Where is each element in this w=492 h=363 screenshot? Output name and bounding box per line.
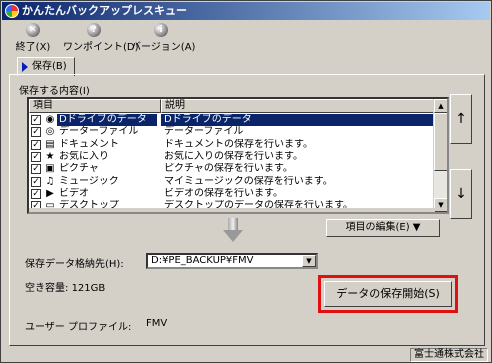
free-space: 空き容量: 121GB bbox=[25, 279, 105, 294]
destination-label: 保存データ格納先(H): bbox=[25, 259, 124, 270]
window-title: かんたんバックアップレスキュー bbox=[22, 4, 187, 17]
item-name: ドキュメント bbox=[59, 138, 119, 150]
free-space-label: 空き容量: bbox=[25, 283, 69, 294]
item-description: データーファイル bbox=[164, 126, 244, 138]
tab-strip: 保存(B) bbox=[9, 57, 485, 76]
item-name: お気に入り bbox=[59, 150, 109, 162]
item-checkbox[interactable]: ✓ bbox=[31, 127, 41, 138]
item-name: ミュージック bbox=[59, 175, 119, 187]
close-icon: ✕ bbox=[26, 23, 40, 37]
item-name: データーファイル bbox=[59, 126, 139, 138]
scroll-down-arrow-icon[interactable]: ▼ bbox=[434, 198, 447, 212]
onepoint-button[interactable]: ? ワンポイント(D) bbox=[63, 23, 139, 53]
info-icon: i bbox=[154, 23, 168, 37]
title-bar: かんたんバックアップレスキュー bbox=[2, 2, 490, 20]
video-icon: ▶ bbox=[46, 187, 54, 199]
status-bar: 富士通株式会社 bbox=[2, 348, 490, 362]
item-checkbox[interactable]: ✓ bbox=[31, 151, 41, 162]
start-save-button[interactable]: データの保存開始(S) bbox=[324, 281, 452, 307]
item-description: ビデオの保存を行います。 bbox=[164, 187, 283, 199]
item-description: マイミュージックの保存を行います。 bbox=[164, 175, 333, 187]
list-item[interactable]: ✓ ▣ ピクチャ ピクチャの保存を行います。 bbox=[29, 163, 435, 175]
destination-value: D:¥PE_BACKUP¥FMV bbox=[151, 255, 254, 266]
column-item[interactable]: 項目 bbox=[29, 99, 161, 113]
scroll-thumb[interactable] bbox=[434, 113, 447, 171]
edit-items-button[interactable]: 項目の編集(E) ▼ bbox=[326, 219, 440, 237]
item-description: ドキュメントの保存を行います。 bbox=[164, 138, 313, 150]
item-name: ビデオ bbox=[59, 187, 89, 199]
profile-label: ユーザー プロファイル: bbox=[25, 322, 132, 333]
list-vertical-scrollbar[interactable]: ▲ ▼ bbox=[433, 99, 447, 212]
item-description: ピクチャの保存を行います。 bbox=[164, 163, 293, 175]
content-section-label: 保存する内容(I) bbox=[19, 86, 90, 97]
move-up-button[interactable]: ↑ bbox=[450, 94, 472, 144]
list-item[interactable]: ✓ ▤ ドキュメント ドキュメントの保存を行います。 bbox=[29, 139, 435, 151]
destination-select[interactable]: D:¥PE_BACKUP¥FMV ▼ bbox=[146, 253, 318, 269]
free-space-value: 121GB bbox=[71, 283, 106, 294]
item-checkbox[interactable]: ✓ bbox=[31, 188, 41, 199]
move-down-button[interactable]: ↓ bbox=[450, 169, 472, 219]
chevron-down-icon[interactable]: ▼ bbox=[302, 255, 316, 267]
item-name: Dドライブのデータ bbox=[57, 114, 157, 126]
exit-button[interactable]: ✕ 終了(X) bbox=[15, 23, 51, 53]
list-item[interactable]: ✓ ★ お気に入り お気に入りの保存を行います。 bbox=[29, 151, 435, 163]
music-icon: ♫ bbox=[45, 175, 55, 187]
list-item[interactable]: ✓ ▶ ビデオ ビデオの保存を行います。 bbox=[29, 188, 435, 200]
content-list[interactable]: 項目 説明 ✓ ◉ Dドライブのデータ Dドライブのデータ ✓ ◎ データーファイル データー… bbox=[27, 97, 449, 214]
triangle-right-icon bbox=[22, 62, 28, 72]
app-icon bbox=[5, 4, 19, 18]
list-item[interactable]: ✓ ♫ ミュージック マイミュージックの保存を行います。 bbox=[29, 176, 435, 188]
list-item[interactable]: ✓ ◎ データーファイル データーファイル bbox=[29, 126, 435, 138]
favorites-icon: ★ bbox=[45, 150, 55, 162]
column-description[interactable]: 説明 bbox=[161, 99, 435, 113]
item-checkbox[interactable]: ✓ bbox=[31, 139, 41, 150]
item-checkbox[interactable]: ✓ bbox=[31, 164, 41, 175]
d-drive-icon: ◉ bbox=[45, 114, 55, 125]
item-name: ピクチャ bbox=[59, 163, 99, 175]
list-item[interactable]: ✓ ◉ Dドライブのデータ Dドライブのデータ bbox=[29, 114, 435, 126]
data-file-icon: ◎ bbox=[45, 126, 55, 138]
item-description: お気に入りの保存を行います。 bbox=[164, 150, 303, 162]
profile-value: FMV bbox=[146, 318, 168, 329]
help-icon: ? bbox=[87, 23, 101, 37]
item-checkbox[interactable]: ✓ bbox=[31, 176, 41, 187]
item-checkbox[interactable]: ✓ bbox=[31, 115, 41, 125]
pictures-icon: ▣ bbox=[45, 163, 55, 175]
list-header: 項目 説明 bbox=[29, 99, 435, 113]
down-arrow-icon bbox=[223, 218, 243, 244]
company-name: 富士通株式会社 bbox=[410, 348, 488, 362]
document-icon: ▤ bbox=[45, 138, 55, 150]
scroll-up-arrow-icon[interactable]: ▲ bbox=[434, 99, 447, 113]
version-button[interactable]: i バージョン(A) bbox=[131, 23, 195, 53]
list-horizontal-scrollbar[interactable] bbox=[29, 208, 435, 212]
app-window: かんたんバックアップレスキュー ✕ 終了(X) ? ワンポイント(D) i バー… bbox=[0, 0, 492, 363]
item-description: Dドライブのデータ bbox=[161, 114, 435, 126]
